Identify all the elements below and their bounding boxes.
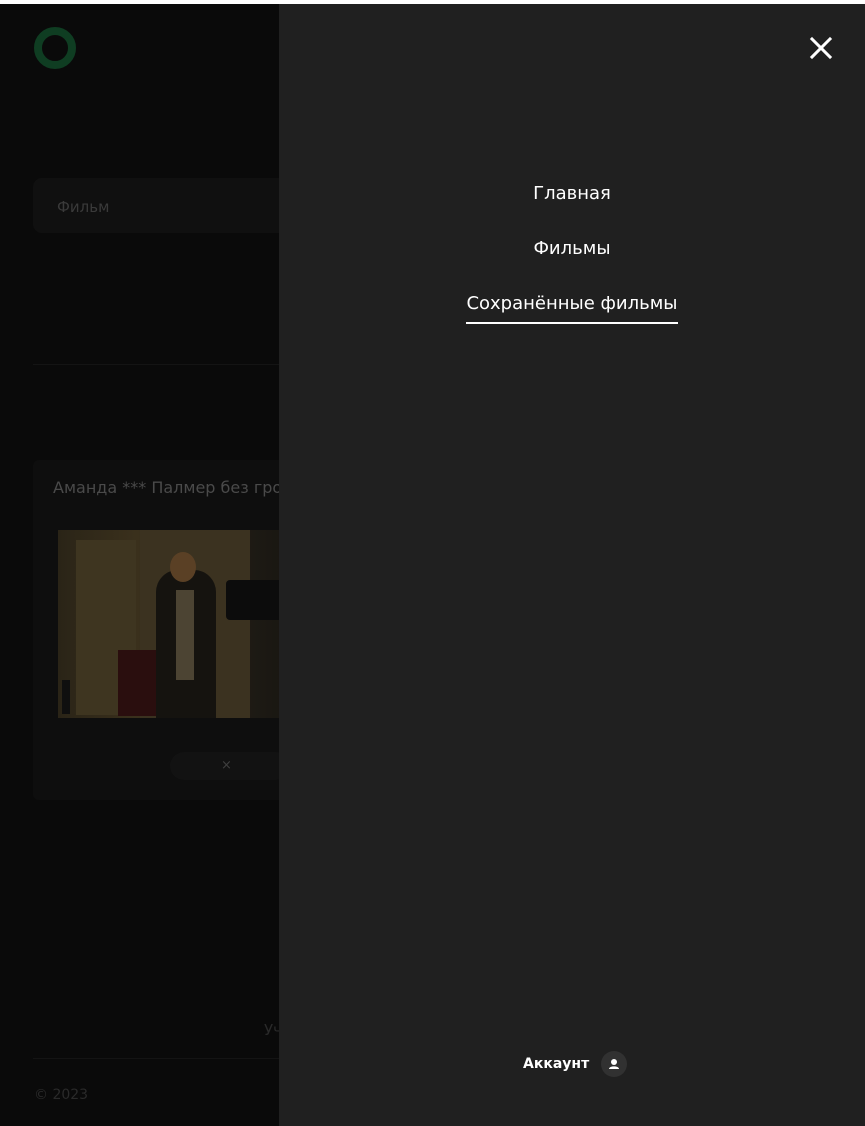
thumb-shirt xyxy=(176,590,194,680)
copyright: © 2023 xyxy=(34,1087,89,1103)
logo[interactable] xyxy=(34,27,76,69)
side-menu: Главная Фильмы Сохранённые фильмы Аккаун… xyxy=(279,4,865,1126)
menu-item-saved-movies: Сохранённые фильмы xyxy=(279,290,865,345)
page: Аманда *** Палмер без гро × Уч © 2023 xyxy=(0,0,865,1126)
menu-nav: Главная Фильмы Сохранённые фильмы xyxy=(279,180,865,345)
account-button[interactable]: Аккаунт xyxy=(523,1050,628,1078)
search-input[interactable] xyxy=(55,195,299,219)
thumb-head xyxy=(170,552,196,582)
thumb-legs xyxy=(118,650,158,716)
menu-link-movies[interactable]: Фильмы xyxy=(533,235,610,267)
close-icon xyxy=(809,36,833,60)
thumb-bottle xyxy=(62,680,70,714)
menu-item-movies: Фильмы xyxy=(279,235,865,290)
menu-item-home: Главная xyxy=(279,180,865,235)
close-menu-button[interactable] xyxy=(806,33,836,63)
remove-icon: × xyxy=(221,758,232,773)
menu-link-home[interactable]: Главная xyxy=(533,180,611,212)
account-label: Аккаунт xyxy=(523,1056,590,1072)
remove-movie-button[interactable]: × xyxy=(170,752,290,780)
menu-link-saved-movies[interactable]: Сохранённые фильмы xyxy=(466,290,678,324)
user-icon xyxy=(601,1051,628,1077)
